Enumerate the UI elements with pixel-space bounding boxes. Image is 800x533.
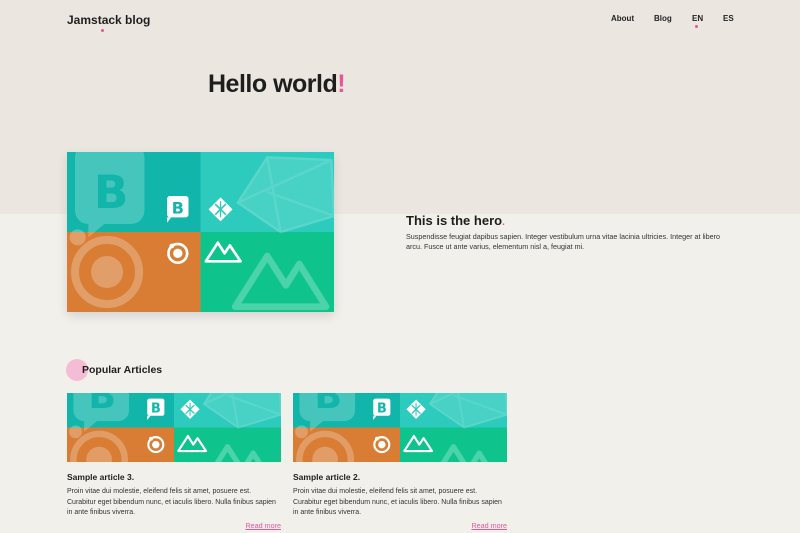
article-title[interactable]: Sample article 3. bbox=[67, 472, 281, 482]
lang-es-link[interactable]: ES bbox=[723, 14, 734, 23]
hero-image bbox=[67, 152, 334, 312]
hero-heading-text: This is the hero bbox=[406, 213, 503, 228]
popular-articles-heading: Popular Articles bbox=[82, 364, 163, 376]
nav-blog-link[interactable]: Blog bbox=[654, 14, 672, 23]
article-image[interactable] bbox=[293, 393, 507, 462]
article-image[interactable] bbox=[67, 393, 281, 462]
read-more-link[interactable]: Read more bbox=[293, 521, 507, 530]
page-title-accent: ! bbox=[337, 70, 346, 98]
brand-accent-dot bbox=[101, 29, 104, 32]
read-more-link[interactable]: Read more bbox=[67, 521, 281, 530]
article-card[interactable]: Sample article 2. Proin vitae dui molest… bbox=[293, 393, 507, 530]
article-excerpt: Proin vitae dui molestie, eleifend felis… bbox=[293, 488, 502, 516]
article-title[interactable]: Sample article 2. bbox=[293, 472, 507, 482]
nav-about-link[interactable]: About bbox=[611, 14, 634, 23]
hero-text: Suspendisse feugiat dapibus sapien. Inte… bbox=[406, 232, 721, 251]
active-lang-dot bbox=[695, 25, 698, 28]
article-card[interactable]: Sample article 3. Proin vitae dui molest… bbox=[67, 393, 281, 530]
site-brand[interactable]: Jamstack blog bbox=[67, 13, 150, 27]
page-title: Hello world! bbox=[208, 70, 346, 99]
page-title-text: Hello world bbox=[208, 70, 338, 98]
hero-heading: This is the hero. bbox=[406, 213, 505, 228]
hero-heading-accent: . bbox=[502, 217, 505, 228]
article-excerpt: Proin vitae dui molestie, eleifend felis… bbox=[67, 488, 276, 516]
lang-en-link[interactable]: EN bbox=[692, 14, 703, 23]
